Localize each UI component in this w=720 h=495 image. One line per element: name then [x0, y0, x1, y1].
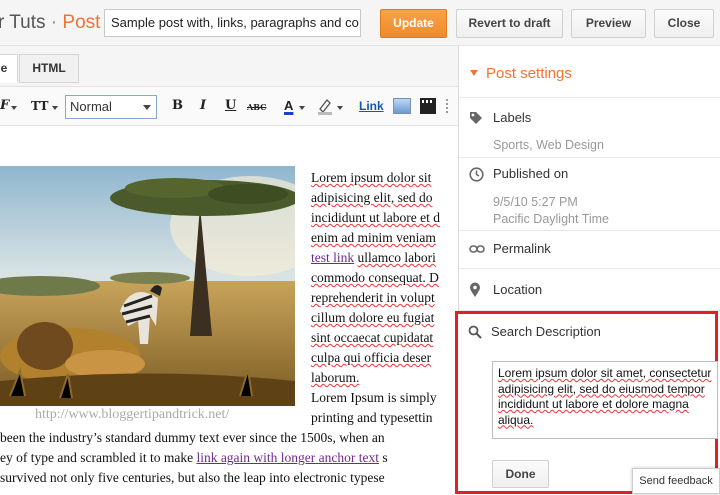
chevron-down-icon: [337, 106, 343, 110]
editor-line: culpa qui officia deser: [311, 350, 432, 365]
editor-line: ey of type and scrambled it to make link…: [0, 450, 388, 465]
search-icon: [468, 325, 482, 344]
send-feedback-button[interactable]: Send feedback: [632, 468, 720, 494]
text-color-button[interactable]: A: [284, 98, 293, 113]
paragraph-format-select[interactable]: Normal: [65, 95, 157, 119]
published-title: Published on: [493, 166, 569, 181]
underline-button[interactable]: U: [225, 98, 236, 113]
font-family-button[interactable]: F: [0, 98, 9, 113]
editor-line: sint occaecat cupidatat: [311, 330, 434, 345]
text-size-button[interactable]: TT: [31, 99, 48, 113]
editor-line: cillum dolore eu fugiat: [311, 310, 435, 325]
editor-line: adipisicing elit, sed do: [311, 190, 433, 205]
editor-mode-tabs: e HTML: [0, 46, 458, 86]
post-image[interactable]: [0, 166, 295, 406]
strikethrough-button[interactable]: ABC: [247, 102, 266, 112]
editor-line: reprehenderit in volupt: [311, 290, 435, 305]
long-anchor-link[interactable]: link again with longer anchor text: [196, 450, 379, 465]
link-icon: [469, 242, 485, 256]
highlight-color-icon[interactable]: [317, 97, 333, 120]
chevron-down-icon: [143, 105, 151, 110]
post-body-editor[interactable]: http://www.bloggertipandtrick.net/ Lorem…: [0, 127, 458, 495]
close-button[interactable]: Close: [654, 9, 714, 38]
location-section[interactable]: Location: [459, 269, 720, 311]
format-select-value: Normal: [70, 99, 112, 114]
tab-compose[interactable]: e: [0, 54, 18, 83]
insert-link-button[interactable]: Link: [359, 99, 384, 113]
location-title: Location: [493, 282, 543, 297]
location-pin-icon: [469, 282, 483, 297]
post-title-input[interactable]: Sample post with, links, paragraphs and …: [104, 9, 361, 37]
bold-button[interactable]: B: [172, 98, 183, 113]
published-date: 9/5/10 5:27 PM: [493, 195, 578, 209]
editor-line: test link ullamco labori: [311, 250, 436, 265]
image-icon[interactable]: [393, 98, 411, 114]
editor-line: printing and typesettin: [311, 410, 433, 425]
editor-line: Lorem ipsum dolor sit: [311, 170, 432, 185]
editor-line: incididunt ut labore et d: [311, 210, 440, 225]
permalink-title: Permalink: [493, 241, 551, 256]
collapse-triangle-icon: [470, 70, 478, 76]
search-description-title: Search Description: [491, 324, 601, 339]
editor-line: survived not only five centuries, but al…: [0, 470, 385, 485]
post-settings-header[interactable]: Post settings: [459, 46, 720, 98]
post-settings-title: Post settings: [486, 65, 572, 82]
labels-section[interactable]: Labels Sports, Web Design: [459, 98, 720, 158]
published-timezone: Pacific Daylight Time: [493, 212, 610, 226]
video-icon[interactable]: [420, 98, 436, 114]
permalink-section[interactable]: Permalink: [459, 231, 720, 269]
formatting-toolbar: F TT Normal B I U ABC A Link: [0, 86, 458, 126]
search-description-textarea[interactable]: Lorem ipsum dolor sit amet, consectetur …: [492, 361, 718, 439]
blog-breadcrumb: r Tuts · Post: [0, 12, 100, 34]
editor-line: Lorem Ipsum is simply: [311, 390, 437, 405]
labels-value: Sports, Web Design: [493, 138, 604, 152]
tab-html[interactable]: HTML: [19, 54, 79, 83]
search-description-section: Search Description Lorem ipsum dolor sit…: [455, 311, 718, 494]
editor-line: enim ad minim veniam: [311, 230, 436, 245]
editor-line: laborum.: [311, 370, 360, 385]
breadcrumb-separator: ·: [50, 12, 58, 33]
test-link[interactable]: test link: [311, 250, 354, 265]
update-button[interactable]: Update: [380, 9, 447, 38]
chevron-down-icon: [299, 106, 305, 110]
editor-line: been the industry’s standard dummy text …: [0, 430, 385, 445]
more-options-icon[interactable]: [446, 99, 458, 113]
revert-to-draft-button[interactable]: Revert to draft: [456, 9, 563, 38]
published-section[interactable]: Published on 9/5/10 5:27 PM Pacific Dayl…: [459, 158, 720, 231]
breadcrumb-section: Post: [62, 12, 101, 33]
blogger-post-editor: r Tuts · Post Sample post with, links, p…: [0, 0, 720, 495]
tag-icon: [469, 111, 483, 125]
clock-icon: [469, 167, 484, 182]
editor-header: r Tuts · Post Sample post with, links, p…: [0, 0, 720, 46]
labels-title: Labels: [493, 110, 532, 125]
chevron-down-icon: [11, 106, 17, 110]
search-description-value: Lorem ipsum dolor sit amet, consectetur …: [498, 366, 712, 427]
image-watermark: http://www.bloggertipandtrick.net/: [35, 407, 230, 422]
italic-button[interactable]: I: [200, 98, 206, 113]
editor-line: commodo consequat. D: [311, 270, 439, 285]
chevron-down-icon: [52, 106, 58, 110]
blog-name[interactable]: r Tuts: [0, 12, 46, 33]
done-button[interactable]: Done: [492, 460, 549, 488]
preview-button[interactable]: Preview: [571, 9, 646, 38]
